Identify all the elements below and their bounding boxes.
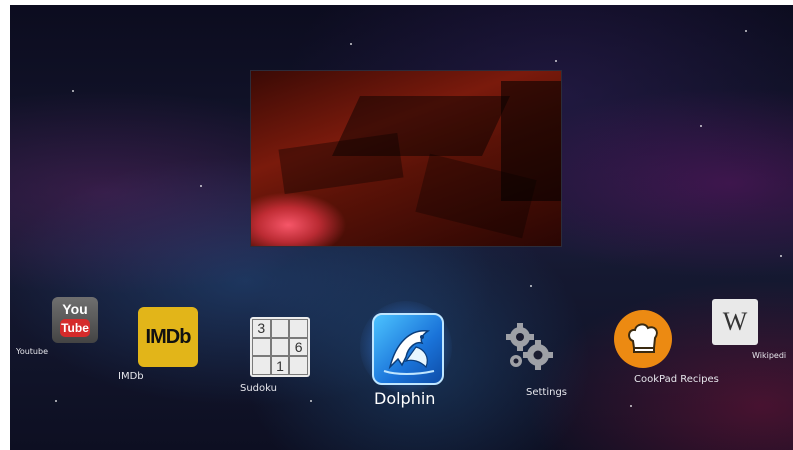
- star: [630, 405, 632, 407]
- app-label-settings: Settings: [526, 387, 568, 398]
- imdb-icon: IMDb: [138, 307, 198, 367]
- sudoku-grid: 3 6 1: [252, 319, 308, 375]
- sudoku-cell: [252, 337, 271, 357]
- wikipedia-icon-text: W: [722, 307, 748, 336]
- sudoku-cell: 3: [252, 319, 271, 338]
- tv-home-screen: You Tube Youtube IMDb IMDb 3 6 1 Sudoku: [10, 5, 793, 450]
- star: [350, 43, 352, 45]
- chef-hat-icon-graphic: [628, 323, 658, 353]
- app-label-imdb: IMDb: [118, 371, 144, 382]
- preview-shadow: [501, 81, 561, 201]
- preview-shadow: [278, 132, 404, 195]
- sudoku-cell: [289, 356, 308, 375]
- star: [200, 185, 202, 187]
- sudoku-icon: 3 6 1: [250, 317, 310, 377]
- sudoku-cell: [289, 319, 308, 338]
- dolphin-icon: [372, 313, 444, 385]
- app-label-wikipedia: Wikipedi: [752, 351, 787, 360]
- sudoku-cell: [252, 356, 271, 375]
- youtube-icon-you: You: [62, 301, 88, 317]
- youtube-icon: You Tube: [52, 297, 98, 343]
- video-preview[interactable]: [250, 70, 562, 247]
- star: [530, 285, 532, 287]
- star: [72, 90, 74, 92]
- imdb-icon-text: IMDb: [145, 325, 192, 348]
- dolphin-icon-graphic: [383, 330, 435, 375]
- wikipedia-icon: W: [712, 299, 758, 345]
- sudoku-cell: [270, 319, 290, 338]
- sudoku-cell: 1: [270, 356, 290, 375]
- star: [780, 255, 782, 257]
- star: [310, 400, 312, 402]
- sudoku-cell: 6: [289, 337, 308, 357]
- app-label-sudoku: Sudoku: [240, 383, 277, 394]
- gears-icon-graphic: [506, 323, 553, 370]
- star: [700, 125, 702, 127]
- gears-icon: [498, 317, 558, 377]
- star: [745, 30, 747, 32]
- star: [55, 400, 57, 402]
- sudoku-cell: [270, 337, 290, 357]
- youtube-icon-tube: Tube: [60, 319, 90, 337]
- chef-hat-icon: [614, 310, 672, 368]
- app-label-cookpad: CookPad Recipes: [634, 374, 719, 385]
- app-label-youtube: Youtube: [16, 347, 48, 356]
- star: [555, 60, 557, 62]
- app-label-dolphin: Dolphin: [374, 389, 436, 408]
